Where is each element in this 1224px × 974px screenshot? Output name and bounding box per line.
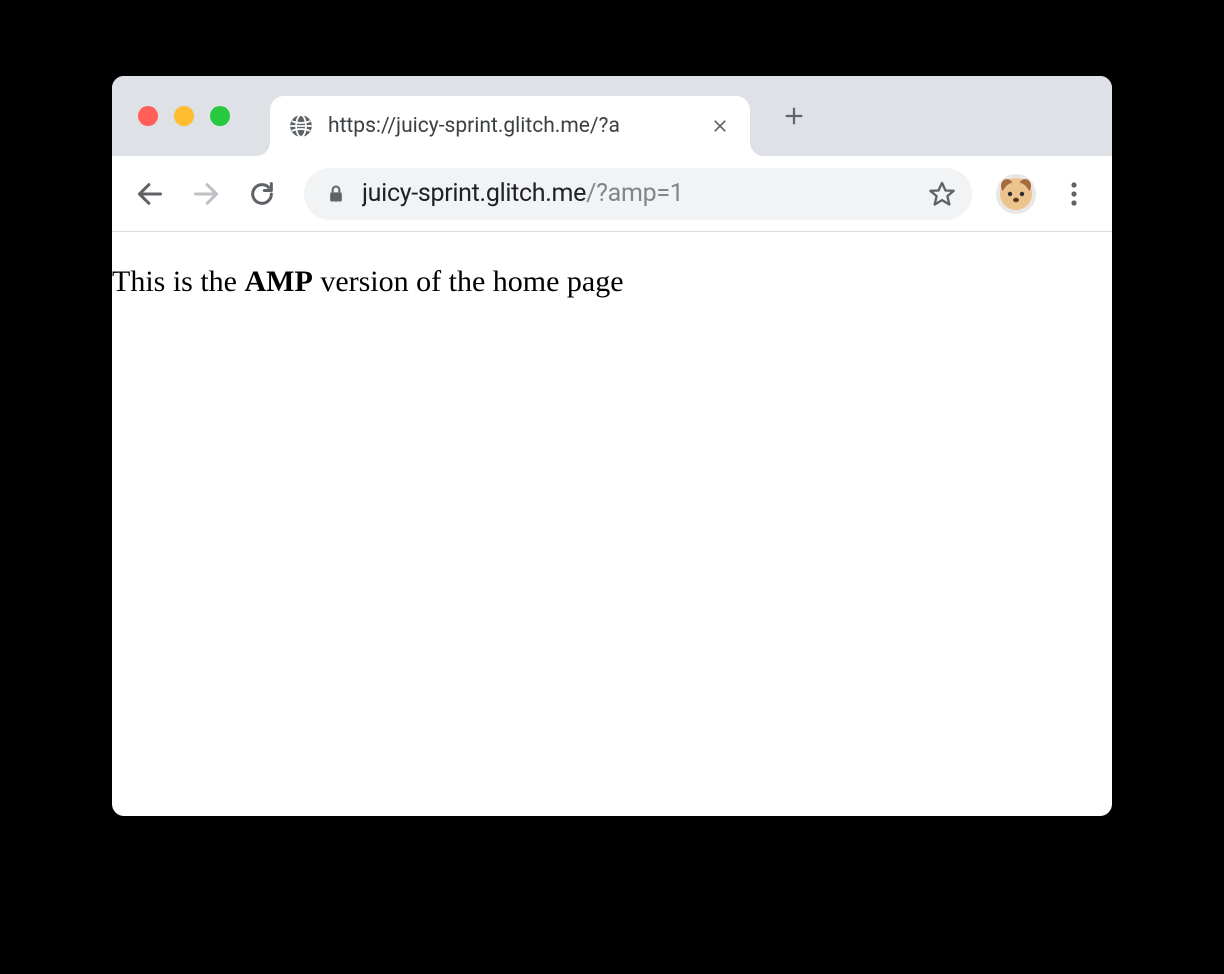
bookmark-button[interactable] [920, 172, 964, 216]
toolbar: juicy-sprint.glitch.me/?amp=1 [112, 156, 1112, 232]
browser-window: https://juicy-sprint.glitch.me/?a [112, 76, 1112, 816]
new-tab-button[interactable] [774, 96, 814, 136]
url-host: juicy-sprint.glitch.me [362, 179, 586, 208]
tab-title: https://juicy-sprint.glitch.me/?a [328, 114, 694, 138]
globe-icon [288, 113, 314, 139]
back-button[interactable] [126, 170, 174, 218]
maximize-window-button[interactable] [210, 106, 230, 126]
content-text: This is the AMP version of the home page [112, 262, 1112, 301]
arrow-left-icon [136, 180, 164, 208]
forward-button[interactable] [182, 170, 230, 218]
star-icon [928, 180, 956, 208]
url-query: /?amp=1 [586, 179, 683, 208]
avatar-icon [996, 174, 1036, 214]
plus-icon [783, 105, 805, 127]
more-vertical-icon [1071, 182, 1077, 206]
arrow-right-icon [192, 180, 220, 208]
reload-icon [248, 180, 276, 208]
menu-button[interactable] [1050, 170, 1098, 218]
window-controls [112, 106, 230, 126]
address-bar[interactable]: juicy-sprint.glitch.me/?amp=1 [304, 168, 972, 220]
page-content: This is the AMP version of the home page [112, 232, 1112, 301]
close-window-button[interactable] [138, 106, 158, 126]
close-tab-button[interactable] [708, 114, 732, 138]
reload-button[interactable] [238, 170, 286, 218]
tab-bar: https://juicy-sprint.glitch.me/?a [112, 76, 1112, 156]
minimize-window-button[interactable] [174, 106, 194, 126]
lock-icon [326, 184, 346, 204]
url-text: juicy-sprint.glitch.me/?amp=1 [362, 179, 904, 208]
close-icon [711, 117, 729, 135]
browser-tab[interactable]: https://juicy-sprint.glitch.me/?a [270, 96, 750, 156]
profile-avatar[interactable] [996, 174, 1036, 214]
